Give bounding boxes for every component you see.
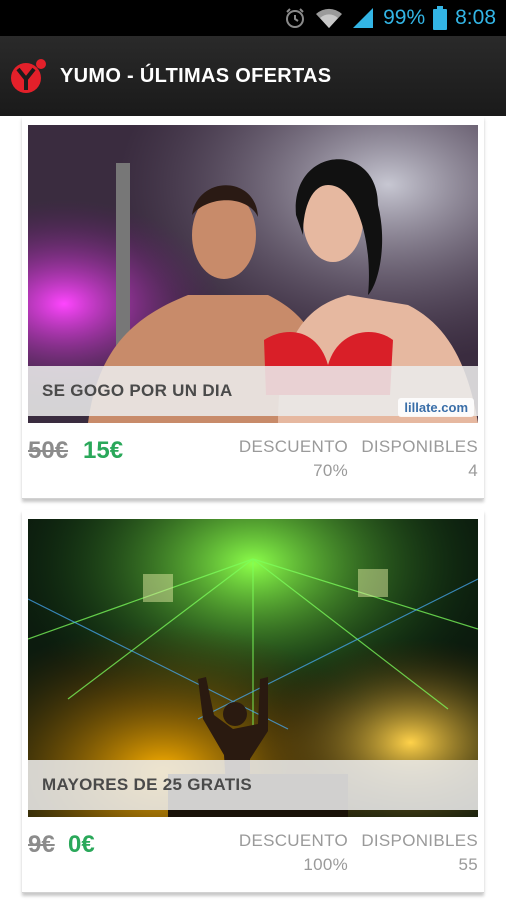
discount-stat: DESCUENTO 70% bbox=[239, 435, 348, 483]
discount-value: 70% bbox=[313, 461, 348, 480]
price-row: 50€ 15€ DESCUENTO 70% DISPONIBLES 4 bbox=[28, 423, 478, 498]
price-row: 9€ 0€ DESCUENTO 100% DISPONIBLES 55 bbox=[28, 817, 478, 892]
discount-label: DESCUENTO bbox=[238, 437, 348, 456]
offer-image[interactable]: MAYORES DE 25 GRATIS bbox=[28, 519, 478, 817]
discount-label: DESCUENTO bbox=[238, 831, 348, 850]
offer-card[interactable]: SE GOGO POR UN DIA lillate.com 50€ 15€ D… bbox=[22, 116, 484, 499]
offer-card[interactable]: MAYORES DE 25 GRATIS 9€ 0€ DESCUENTO 100… bbox=[22, 510, 484, 893]
action-bar: YUMO - ÚLTIMAS OFERTAS bbox=[0, 36, 506, 116]
yumo-logo-icon[interactable] bbox=[10, 57, 48, 95]
available-label: DISPONIBLES bbox=[361, 437, 478, 456]
old-price: 50€ bbox=[28, 437, 69, 464]
discount-stat: DESCUENTO 100% bbox=[239, 829, 348, 877]
signal-icon bbox=[351, 6, 375, 30]
new-price: 15€ bbox=[83, 437, 124, 464]
available-stat: DISPONIBLES 55 bbox=[361, 829, 478, 877]
page-title: YUMO - ÚLTIMAS OFERTAS bbox=[60, 64, 332, 87]
offer-title: SE GOGO POR UN DIA bbox=[42, 381, 233, 400]
offer-title: MAYORES DE 25 GRATIS bbox=[42, 775, 253, 794]
discount-value: 100% bbox=[303, 855, 348, 874]
offer-image[interactable]: SE GOGO POR UN DIA lillate.com bbox=[28, 125, 478, 423]
available-label: DISPONIBLES bbox=[361, 831, 478, 850]
available-value: 4 bbox=[468, 461, 478, 480]
offers-list[interactable]: SE GOGO POR UN DIA lillate.com 50€ 15€ D… bbox=[0, 116, 506, 900]
available-value: 55 bbox=[458, 855, 478, 874]
status-bar: 99% 8:08 bbox=[0, 0, 506, 36]
battery-icon bbox=[433, 6, 448, 30]
alarm-icon bbox=[283, 6, 307, 30]
watermark-logo: lillate.com bbox=[398, 398, 474, 417]
available-stat: DISPONIBLES 4 bbox=[361, 435, 478, 483]
new-price: 0€ bbox=[68, 831, 95, 858]
wifi-icon bbox=[315, 6, 343, 30]
battery-percent: 99% bbox=[383, 6, 426, 29]
offer-title-bar: MAYORES DE 25 GRATIS bbox=[28, 760, 478, 810]
status-time: 8:08 bbox=[455, 6, 496, 29]
old-price: 9€ bbox=[28, 831, 55, 858]
